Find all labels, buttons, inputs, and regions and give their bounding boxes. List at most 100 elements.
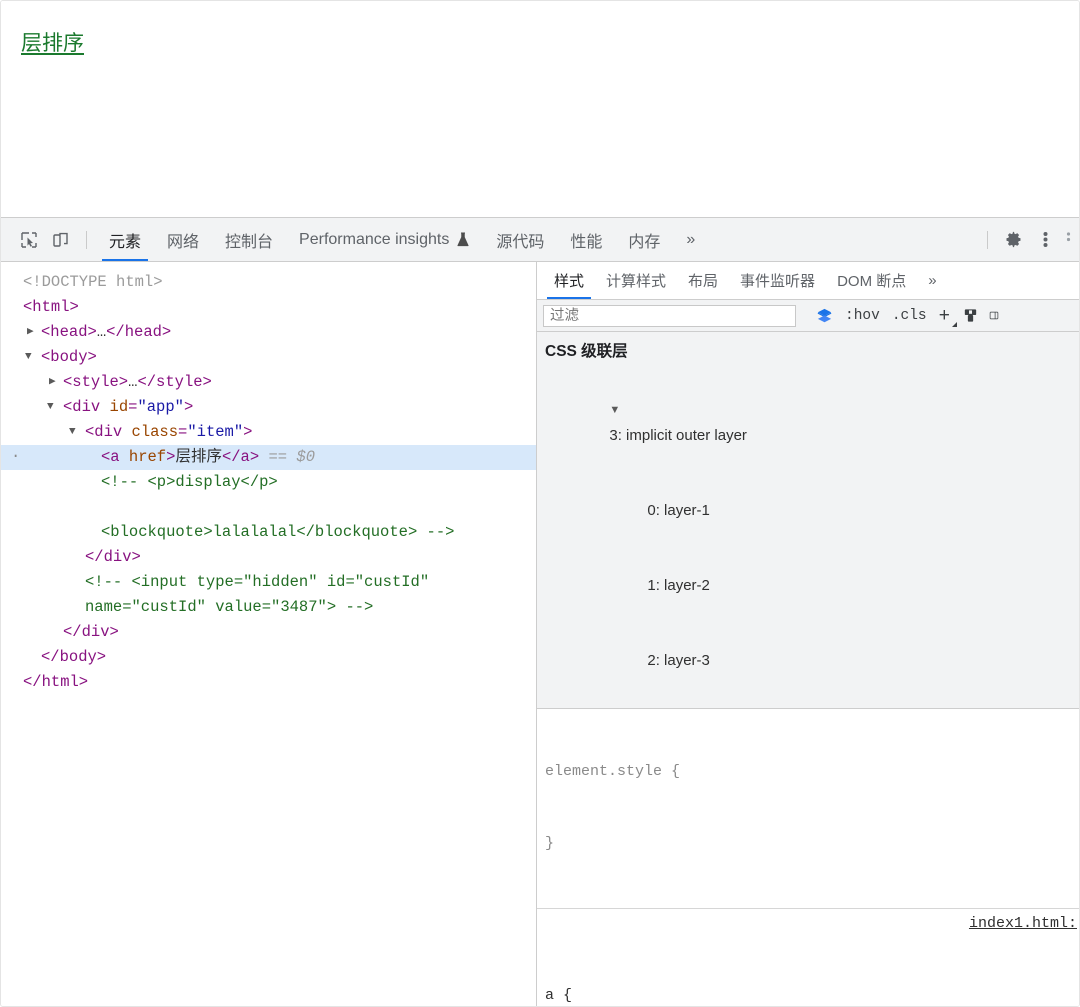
cascade-layer-label: 2: layer-3 <box>647 652 710 669</box>
collapse-triangle-icon[interactable]: ▼ <box>47 395 54 420</box>
tab-dom-breakpoints-label: DOM 断点 <box>837 273 907 290</box>
rule-selector[interactable]: a { <box>545 984 1079 1006</box>
tab-styles[interactable]: 样式 <box>543 262 595 299</box>
inspect-element-icon[interactable] <box>13 225 45 255</box>
dom-row[interactable]: ▶ <head>…</head> <box>1 320 536 345</box>
hover-state-label: :hov <box>845 307 880 324</box>
tab-network-label: 网络 <box>167 233 200 251</box>
tab-elements-label: 元素 <box>109 233 142 251</box>
devtools-panel: 元素 网络 控制台 Performance insights 源代码 性能 内存… <box>1 217 1079 1006</box>
element-classes-button[interactable]: .cls <box>886 304 933 328</box>
cascade-layer-label: 1: layer-2 <box>647 577 710 594</box>
cascade-layer-node[interactable]: 0: layer-1 <box>545 473 1079 548</box>
tab-elements[interactable]: 元素 <box>96 218 154 261</box>
tab-performance[interactable]: 性能 <box>557 218 615 261</box>
toolbar-right-group <box>978 225 1075 255</box>
dom-row[interactable]: </div> <box>1 545 536 570</box>
flask-glyph <box>457 232 469 247</box>
cascade-layers-title: CSS 级联层 <box>545 343 628 360</box>
cascade-layer-node[interactable]: 1: layer-2 <box>545 548 1079 623</box>
close-devtools-glyph <box>1066 232 1070 242</box>
tab-memory[interactable]: 内存 <box>615 218 673 261</box>
more-panels-label: » <box>686 230 696 248</box>
dom-row-selected[interactable]: <a href>层排序</a> == $0 <box>1 444 536 470</box>
page-viewport: 层排序 <box>1 1 1079 217</box>
cascade-layer-label: 0: layer-1 <box>647 502 710 519</box>
collapse-triangle-icon[interactable]: ▼ <box>25 345 32 370</box>
dropdown-caret-icon <box>952 321 958 327</box>
dom-row[interactable]: ▼ <body> <box>1 345 536 370</box>
tab-sources[interactable]: 源代码 <box>483 218 557 261</box>
cascade-layer-node[interactable]: ▼ 3: implicit outer layer <box>545 371 1079 473</box>
dom-row[interactable]: </html> <box>1 670 536 695</box>
dom-row[interactable]: <!DOCTYPE html> <box>1 270 536 295</box>
tab-console[interactable]: 控制台 <box>212 218 286 261</box>
style-rule-element-style[interactable]: element.style { } <box>537 709 1079 909</box>
collapse-triangle-icon[interactable]: ▼ <box>609 404 620 416</box>
expand-triangle-icon[interactable]: ▶ <box>49 370 56 395</box>
dom-row[interactable]: ▶ <style>…</style> <box>1 370 536 395</box>
tab-dom-breakpoints[interactable]: DOM 断点 <box>826 262 917 299</box>
dom-row[interactable]: </body> <box>1 645 536 670</box>
new-style-rule-label: + <box>938 304 951 327</box>
tab-sources-label: 源代码 <box>496 233 545 251</box>
tab-computed[interactable]: 计算样式 <box>595 262 677 299</box>
hover-state-button[interactable]: :hov <box>839 304 886 328</box>
copy-styles-glyph <box>964 309 977 322</box>
dom-row[interactable]: <!-- <p>display</p> <box>1 470 536 495</box>
new-style-rule-button[interactable]: + <box>933 304 958 328</box>
copy-styles-icon[interactable] <box>956 304 985 328</box>
more-panels-chevron-icon[interactable]: » <box>673 218 708 261</box>
toolbar-divider-right <box>987 230 988 249</box>
collapse-triangle-icon[interactable]: ▼ <box>69 420 76 445</box>
cascade-layer-node[interactable]: 2: layer-3 <box>545 623 1079 698</box>
dom-row[interactable]: <html> <box>1 295 536 320</box>
filter-input[interactable] <box>543 304 796 327</box>
styles-more-tabs-label: » <box>928 272 937 289</box>
rule-closing-brace: } <box>545 835 555 852</box>
page-link-ceng-pai-xu[interactable]: 层排序 <box>21 27 84 57</box>
gear-glyph <box>1005 231 1021 248</box>
dom-row[interactable]: </div> <box>1 620 536 645</box>
gear-icon[interactable] <box>997 225 1029 255</box>
dom-row[interactable]: <!-- <input type="hidden" id="custId" <box>1 570 536 595</box>
computed-sidebar-glyph <box>989 311 999 320</box>
dom-row[interactable]: <blockquote>lalalalal</blockquote> --> <box>1 520 536 545</box>
cascade-layer-label: 3: implicit outer layer <box>609 427 747 444</box>
tab-layout-label: 布局 <box>688 273 719 290</box>
tab-event-listeners-label: 事件监听器 <box>740 273 816 290</box>
dom-row[interactable] <box>1 495 536 520</box>
computed-sidebar-icon[interactable] <box>985 304 1001 328</box>
tab-styles-label: 样式 <box>554 273 585 290</box>
device-toolbar-icon[interactable] <box>45 225 77 255</box>
tab-memory-label: 内存 <box>628 233 661 251</box>
tab-performance-label: 性能 <box>570 233 603 251</box>
expand-triangle-icon[interactable]: ▶ <box>27 320 34 345</box>
dom-tree-pane[interactable]: <!DOCTYPE html> <html> ▶ <head>…</head> ▼… <box>1 262 537 1006</box>
styles-rules-list[interactable]: CSS 级联层 ▼ 3: implicit outer layer 0: lay… <box>537 332 1079 1006</box>
close-devtools-icon[interactable] <box>1061 225 1075 255</box>
styles-more-tabs-chevron-icon[interactable]: » <box>917 262 947 299</box>
rule-source-link[interactable]: index1.html: <box>969 912 1077 936</box>
tab-event-listeners[interactable]: 事件监听器 <box>729 262 826 299</box>
styles-tabbar: 样式 计算样式 布局 事件监听器 DOM 断点 » <box>537 262 1079 300</box>
three-dots-icon[interactable] <box>1029 225 1061 255</box>
inspect-element-glyph <box>21 231 37 248</box>
tab-performance-insights[interactable]: Performance insights <box>286 218 483 261</box>
rule-selector[interactable]: element.style { <box>545 760 1079 784</box>
style-rule-a-green[interactable]: index1.html: a { color: green; } <box>537 909 1079 1006</box>
tab-network[interactable]: 网络 <box>154 218 212 261</box>
dom-row[interactable]: name="custId" value="3487"> --> <box>1 595 536 620</box>
css-layers-glyph <box>817 308 832 323</box>
devtools-body: <!DOCTYPE html> <html> ▶ <head>…</head> ▼… <box>1 262 1079 1006</box>
flask-icon <box>456 232 470 247</box>
dom-row[interactable]: ▼ <div id="app"> <box>1 395 536 420</box>
cascade-layers-section: CSS 级联层 ▼ 3: implicit outer layer 0: lay… <box>537 332 1079 709</box>
tab-layout[interactable]: 布局 <box>677 262 729 299</box>
dom-row[interactable]: ▼ <div class="item"> <box>1 420 536 445</box>
css-layers-icon[interactable] <box>810 304 839 328</box>
devtools-window: 层排序 元素 网络 控制台 Performance insights 源代码 性… <box>0 0 1080 1007</box>
three-dots-glyph <box>1043 232 1047 247</box>
tab-console-label: 控制台 <box>225 233 274 251</box>
tab-computed-label: 计算样式 <box>606 273 667 290</box>
